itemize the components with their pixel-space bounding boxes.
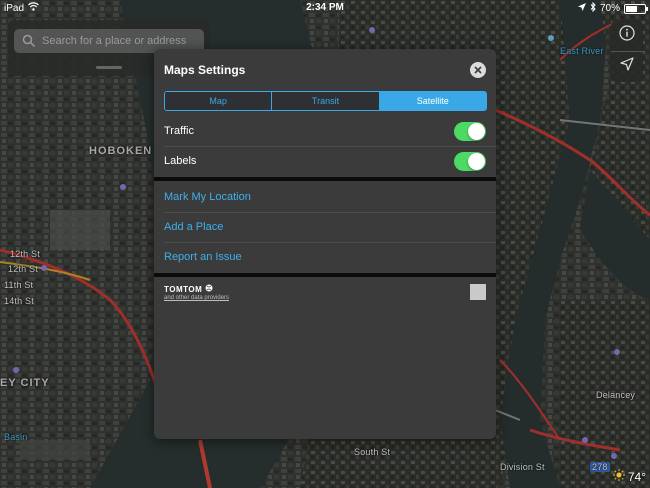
sheet-title: Maps Settings	[164, 63, 246, 77]
close-button[interactable]	[470, 62, 486, 78]
labels-label: Labels	[164, 155, 197, 167]
data-attribution[interactable]: TOMTOM and other data providers	[164, 284, 229, 301]
map-type-segmented-control: Map Transit Satellite	[164, 91, 487, 111]
weather-indicator: 74°	[612, 469, 646, 484]
info-icon	[619, 25, 635, 46]
tomtom-logo: TOMTOM	[164, 284, 203, 294]
toggle-knob	[468, 122, 485, 140]
tracking-button[interactable]	[611, 51, 643, 82]
search-panel-grabber[interactable]	[96, 66, 122, 69]
traffic-label: Traffic	[164, 125, 194, 137]
provider-logo-thumbnail	[470, 284, 486, 300]
other-data-providers-link[interactable]: and other data providers	[164, 295, 229, 301]
close-icon	[474, 61, 482, 79]
tracking-icon	[620, 57, 634, 76]
add-a-place-row[interactable]: Add a Place	[164, 212, 496, 243]
map-controls	[611, 20, 643, 82]
battery-percent: 70%	[599, 3, 620, 14]
status-time: 2:34 PM	[306, 2, 344, 13]
screen: HOBOKEN EY CITY East River 12th St 12th …	[0, 0, 650, 488]
section-divider	[154, 177, 496, 181]
weather-temperature: 74°	[627, 469, 646, 484]
sun-icon	[612, 469, 625, 484]
labels-toggle[interactable]	[454, 151, 486, 171]
search-input[interactable]	[40, 34, 204, 48]
search-icon	[22, 34, 36, 48]
bluetooth-icon	[590, 1, 596, 15]
maps-settings-sheet: Maps Settings Map Transit Satellite Traf…	[154, 49, 496, 439]
info-button[interactable]	[611, 20, 643, 52]
section-divider	[154, 273, 496, 277]
location-arrow-icon	[577, 3, 586, 14]
mark-my-location-row[interactable]: Mark My Location	[164, 182, 496, 213]
status-bar: iPad 2:34 PM 70%	[0, 0, 650, 16]
battery-icon	[624, 3, 648, 14]
tomtom-globe-icon	[205, 284, 213, 294]
add-a-place-link[interactable]: Add a Place	[164, 221, 496, 233]
mark-my-location-link[interactable]: Mark My Location	[164, 191, 496, 203]
segment-satellite[interactable]: Satellite	[379, 92, 486, 110]
segment-map[interactable]: Map	[165, 92, 273, 110]
toggle-knob	[468, 152, 485, 170]
traffic-row: Traffic	[164, 116, 496, 147]
report-an-issue-row[interactable]: Report an Issue	[164, 242, 496, 272]
traffic-toggle[interactable]	[454, 121, 486, 141]
report-an-issue-link[interactable]: Report an Issue	[164, 251, 496, 263]
labels-row: Labels	[164, 146, 496, 176]
segment-transit[interactable]: Transit	[272, 92, 380, 110]
